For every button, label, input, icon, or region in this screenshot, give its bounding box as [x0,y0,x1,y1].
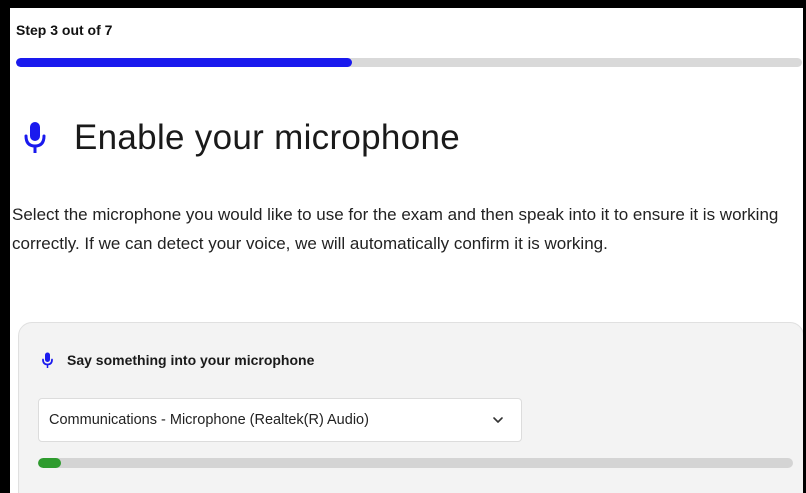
selected-microphone: Communications - Microphone (Realtek(R) … [49,412,369,428]
card-header: Say something into your microphone [41,351,314,369]
step-progress-bar [16,58,802,67]
step-progress-fill [16,58,353,67]
microphone-select[interactable]: Communications - Microphone (Realtek(R) … [38,398,522,442]
step-indicator: Step 3 out of 7 [16,22,113,38]
page-title: Enable your microphone [74,118,460,157]
input-level-meter [38,458,793,468]
instructions-text: Select the microphone you would like to … [12,205,779,253]
chevron-down-icon [483,416,513,424]
exam-setup-panel: Step 3 out of 7 Enable your microphone S… [10,8,803,493]
page-heading: Enable your microphone [22,108,460,168]
input-level-fill [38,458,61,468]
microphone-icon [41,351,53,369]
microphone-test-card: Say something into your microphone Commu… [18,322,803,493]
microphone-icon [22,120,48,156]
card-title: Say something into your microphone [67,352,315,368]
